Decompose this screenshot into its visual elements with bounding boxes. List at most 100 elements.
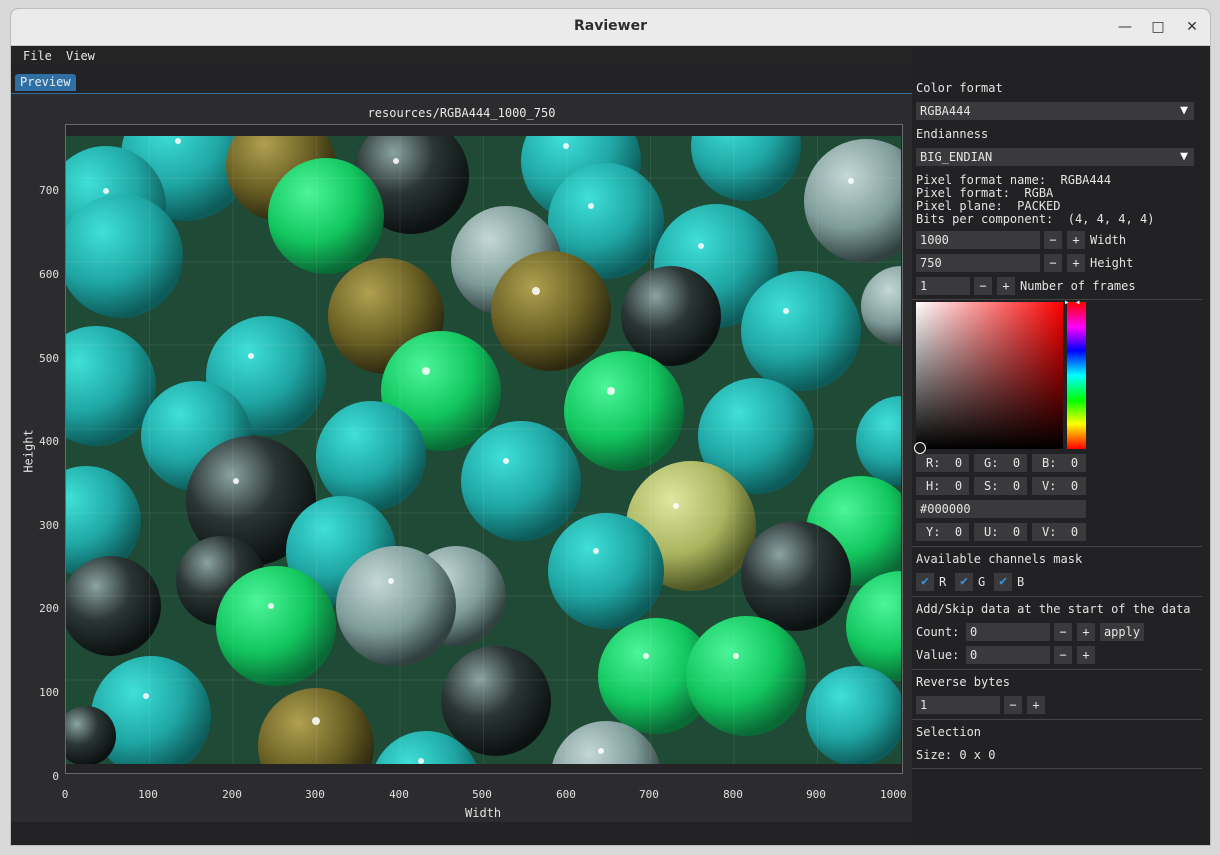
endianness-select[interactable]: BIG_ENDIAN ▼ [916,148,1194,166]
g-value[interactable]: G: 0 [974,454,1027,472]
channel-b-label: B [1017,575,1025,589]
r-value[interactable]: R: 0 [916,454,969,472]
x-tick-700: 700 [639,788,659,801]
u-value[interactable]: U: 0 [974,523,1027,541]
value-decrement-button[interactable]: − [1054,646,1072,664]
color-picker-cursor[interactable] [914,442,926,454]
y-tick-500: 500 [39,352,59,365]
channel-g-label: G [978,575,986,589]
plot-frame[interactable] [65,124,903,774]
yuv-v-value[interactable]: V: 0 [1032,523,1086,541]
x-tick-0: 0 [61,788,69,801]
height-input[interactable]: 750 [916,254,1040,272]
title-bar: Raviewer — □ ✕ [11,9,1210,46]
width-decrement-button[interactable]: − [1044,231,1062,249]
channel-b-checkbox[interactable]: ✔ [994,573,1012,591]
settings-panel: Color format RGBA444 ▼ Endianness BIG_EN… [912,46,1210,845]
height-decrement-button[interactable]: − [1044,254,1062,272]
x-axis-label: Width [465,806,502,820]
frames-decrement-button[interactable]: − [974,277,992,295]
pixel-plane: Pixel plane: PACKED [916,199,1061,213]
pixel-format-name: Pixel format name: RGBA444 [916,173,1112,187]
status-bar [11,822,912,845]
add-skip-label: Add/Skip data at the start of the data [916,602,1191,616]
y-axis-label: Height [21,429,36,473]
y-tick-200: 200 [39,602,59,615]
x-tick-600: 600 [556,788,576,801]
b-value[interactable]: B: 0 [1032,454,1086,472]
x-tick-400: 400 [389,788,409,801]
app-window: Raviewer — □ ✕ File View Preview resourc… [10,8,1211,846]
width-increment-button[interactable]: + [1067,231,1085,249]
x-tick-100: 100 [138,788,158,801]
color-format-label: Color format [916,81,1003,95]
value-input[interactable]: 0 [966,646,1050,664]
tab-bar: Preview [11,65,912,94]
x-tick-200: 200 [222,788,242,801]
reverse-bytes-label: Reverse bytes [916,675,1010,689]
x-tick-300: 300 [305,788,325,801]
hue-marker-icon[interactable]: ▶ ◀ [1065,299,1088,306]
x-tick-500: 500 [472,788,492,801]
image-preview[interactable] [66,136,901,764]
hex-input[interactable]: #000000 [916,500,1086,518]
channel-r-label: R [939,575,947,589]
chevron-down-icon: ▼ [1180,149,1188,164]
y-tick-0: 0 [52,770,59,783]
reverse-bytes-input[interactable]: 1 [916,696,1000,714]
plot-title: resources/RGBA444_1000_750 [367,106,556,120]
apply-button[interactable]: apply [1100,623,1144,641]
tab-preview[interactable]: Preview [15,74,76,91]
y-value[interactable]: Y: 0 [916,523,969,541]
frames-input[interactable]: 1 [916,277,970,295]
divider [912,299,1202,300]
channel-r-checkbox[interactable]: ✔ [916,573,934,591]
preview-area: Preview resources/RGBA444_1000_750 0 100… [11,65,912,845]
color-format-select[interactable]: RGBA444 ▼ [916,102,1194,120]
plot-panel: resources/RGBA444_1000_750 0 100 200 300… [11,94,912,822]
channel-g-checkbox[interactable]: ✔ [955,573,973,591]
menu-bar: File View [11,46,912,65]
y-tick-100: 100 [39,686,59,699]
menu-view[interactable]: View [66,49,95,63]
frames-increment-button[interactable]: + [997,277,1015,295]
value-increment-button[interactable]: + [1077,646,1095,664]
pixel-format: Pixel format: RGBA [916,186,1054,200]
x-tick-800: 800 [723,788,743,801]
y-tick-300: 300 [39,519,59,532]
close-icon[interactable]: ✕ [1183,18,1201,36]
x-tick-900: 900 [806,788,826,801]
endianness-value: BIG_ENDIAN [920,150,993,164]
divider [912,719,1202,720]
window-title: Raviewer [574,18,647,34]
count-increment-button[interactable]: + [1077,623,1095,641]
v-value[interactable]: V: 0 [1032,477,1086,495]
color-format-value: RGBA444 [920,104,971,118]
count-decrement-button[interactable]: − [1054,623,1072,641]
selection-size: Size: 0 x 0 [916,748,996,762]
minimize-icon[interactable]: — [1116,18,1134,36]
maximize-icon[interactable]: □ [1149,18,1167,36]
height-increment-button[interactable]: + [1067,254,1085,272]
width-input[interactable]: 1000 [916,231,1040,249]
width-label: Width [1090,233,1127,247]
x-tick-1000: 1000 [880,788,907,801]
bits-per-component: Bits per component: (4, 4, 4, 4) [916,212,1155,226]
endianness-label: Endianness [916,127,989,141]
reverse-decrement-button[interactable]: − [1004,696,1022,714]
chevron-down-icon: ▼ [1180,103,1188,118]
reverse-increment-button[interactable]: + [1027,696,1045,714]
selection-label: Selection [916,725,982,739]
value-label: Value: [916,648,960,662]
color-picker-sv[interactable] [914,302,1063,454]
menu-file[interactable]: File [23,49,52,63]
y-tick-600: 600 [39,268,59,281]
channels-mask-label: Available channels mask [916,552,1083,566]
count-input[interactable]: 0 [966,623,1050,641]
divider [912,669,1202,670]
count-label: Count: [916,625,960,639]
color-picker-hue[interactable]: ▶ ◀ [1065,299,1088,449]
s-value[interactable]: S: 0 [974,477,1027,495]
h-value[interactable]: H: 0 [916,477,969,495]
frames-label: Number of frames [1020,279,1136,293]
